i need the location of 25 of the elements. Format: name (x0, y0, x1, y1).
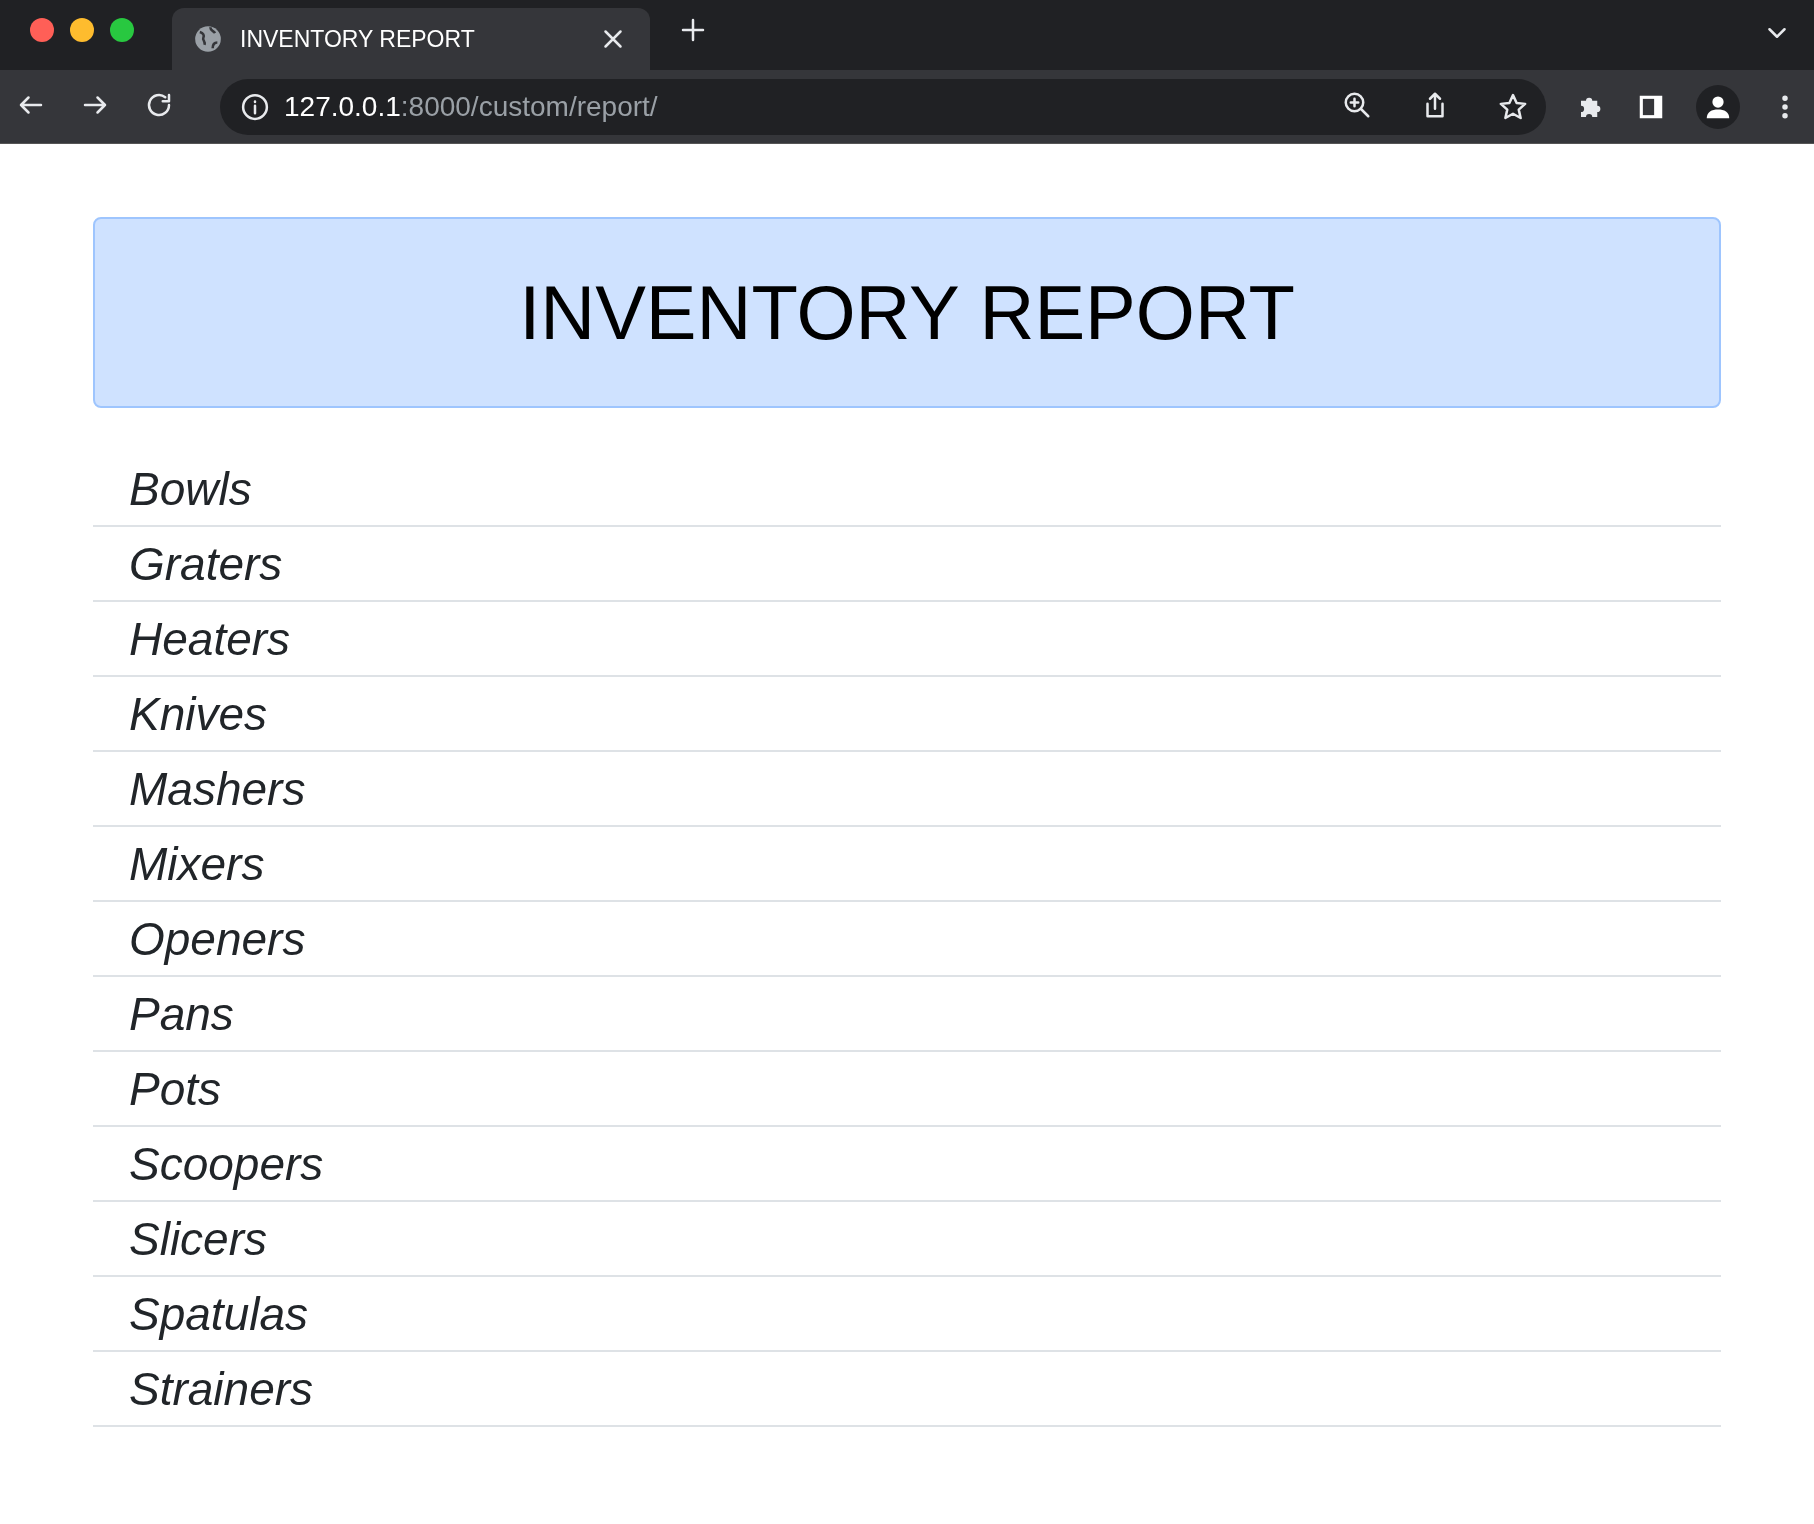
list-item-text: Pans (129, 986, 234, 1041)
list-item-text: Pots (129, 1061, 222, 1116)
minimize-window-button[interactable] (70, 18, 94, 42)
maximize-window-button[interactable] (110, 18, 134, 42)
report-title: INVENTORY REPORT (93, 217, 1721, 408)
list-item-text: Knives (129, 686, 268, 741)
globe-icon (194, 25, 222, 53)
tab-title: INVENTORY REPORT (240, 25, 476, 53)
list-item-text: Graters (129, 536, 283, 591)
list-item-text: Openers (129, 911, 306, 966)
list-item-text: Spatulas (129, 1286, 308, 1341)
close-window-button[interactable] (30, 18, 54, 42)
list-item-text: Strainers (129, 1361, 314, 1416)
list-item-text: Slicers (129, 1211, 268, 1266)
list-item-text: Heaters (129, 611, 291, 666)
profile-avatar-icon[interactable] (1696, 84, 1740, 129)
list-item-text: Mashers (129, 761, 306, 816)
browser-tab[interactable]: INVENTORY REPORT (172, 8, 650, 70)
list-item-text: Scoopers (129, 1136, 324, 1191)
url-text: 127.0.0.1:8000/custom/report/ (284, 90, 659, 123)
list-item-text: Bowls (129, 461, 252, 516)
star-icon[interactable] (1498, 91, 1528, 122)
address-bar[interactable]: 127.0.0.1:8000/custom/report/ (220, 78, 1546, 135)
info-icon (240, 91, 270, 122)
list-item-text: Mixers (129, 836, 265, 891)
